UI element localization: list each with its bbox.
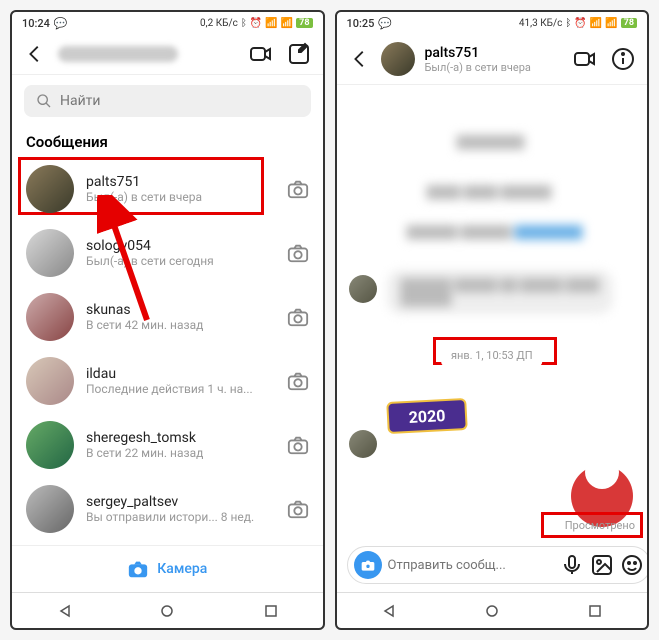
camera-icon[interactable] — [287, 178, 309, 200]
avatar — [26, 485, 74, 533]
avatar — [26, 293, 74, 341]
chat-bubble-icon: 💬 — [54, 17, 68, 30]
chat-status: В сети 42 мин. назад — [86, 318, 275, 332]
chat-row[interactable]: ildau Последние действия 1 ч. на... — [12, 349, 323, 413]
avatar — [26, 421, 74, 469]
chat-name: sheregesh_tomsk — [86, 430, 275, 446]
signal-icon: 📶 — [590, 18, 602, 29]
chat-thread-header: palts751 Был(-a) в сети вчера — [337, 34, 648, 85]
section-title-messages: Сообщения — [12, 127, 323, 157]
net-speed: 0,2 КБ/с — [200, 18, 238, 29]
compose-icon[interactable] — [287, 42, 311, 66]
status-time: 10:24 — [22, 17, 50, 30]
avatar[interactable] — [381, 42, 415, 76]
chat-status: Вы отправили истори... 8 нед. — [86, 510, 275, 524]
sticker-2020[interactable]: 2020 — [386, 398, 468, 434]
nav-back-icon[interactable] — [57, 604, 71, 618]
status-bar: 10:25 💬 41,3 КБ/с ᛒ ⏰ 📶 📶 78 — [337, 12, 648, 34]
seen-status: Просмотрено — [565, 519, 635, 532]
sticker-icon[interactable] — [620, 553, 644, 577]
camera-icon[interactable] — [287, 306, 309, 328]
status-time: 10:25 — [347, 17, 375, 30]
camera-fill-icon — [127, 558, 149, 580]
dm-header — [12, 34, 323, 75]
gallery-icon[interactable] — [590, 553, 614, 577]
camera-icon[interactable] — [287, 370, 309, 392]
chat-name: skunas — [86, 302, 275, 318]
avatar — [26, 357, 74, 405]
battery-badge: 78 — [296, 18, 312, 28]
avatar — [26, 229, 74, 277]
net-speed: 41,3 КБ/с — [519, 18, 562, 29]
video-call-icon[interactable] — [249, 42, 273, 66]
nav-home-icon[interactable] — [485, 604, 499, 618]
bluetooth-icon: ᛒ — [565, 18, 571, 29]
chat-status: Был(-a) в сети сегодня — [86, 254, 275, 268]
phone-right-chat-thread: 10:25 💬 41,3 КБ/с ᛒ ⏰ 📶 📶 78 palts751 Бы… — [335, 10, 650, 630]
wifi-icon: 📶 — [605, 18, 617, 29]
chat-status: Последние действия 1 ч. на... — [86, 382, 275, 396]
android-nav-bar — [12, 592, 323, 628]
thread-username[interactable]: palts751 — [425, 45, 531, 61]
sticker-text: 2020 — [408, 406, 446, 427]
nav-back-icon[interactable] — [381, 604, 395, 618]
chat-name: sologv054 — [86, 238, 275, 254]
blurred-message-bubble: ██████ █████ ██ █████ ██████████ — [387, 270, 614, 314]
signal-icon: 📶 — [265, 18, 277, 29]
compose-camera-button[interactable] — [354, 551, 382, 579]
nav-home-icon[interactable] — [160, 604, 174, 618]
camera-icon — [360, 557, 376, 573]
search-container — [12, 75, 323, 127]
account-name-blurred[interactable] — [58, 46, 178, 62]
alarm-icon: ⏰ — [574, 18, 586, 29]
camera-icon[interactable] — [287, 242, 309, 264]
nav-recent-icon[interactable] — [588, 604, 602, 618]
message-avatar — [349, 430, 377, 458]
battery-badge: 78 — [621, 18, 637, 28]
status-bar: 10:24 💬 0,2 КБ/с ᛒ ⏰ 📶 📶 78 — [12, 12, 323, 34]
chat-status: Был(-a) в сети вчера — [86, 190, 275, 204]
search-input[interactable] — [60, 93, 299, 109]
back-arrow-icon[interactable] — [349, 48, 371, 70]
avatar — [26, 165, 74, 213]
message-avatar — [349, 275, 377, 303]
search-icon — [36, 93, 52, 109]
back-arrow-icon[interactable] — [24, 43, 46, 65]
bluetooth-icon: ᛒ — [241, 18, 247, 29]
message-timestamp: янв. 1, 10:53 ДП — [441, 345, 543, 366]
android-nav-bar — [337, 592, 648, 628]
mic-icon[interactable] — [560, 553, 584, 577]
search-box[interactable] — [24, 85, 311, 117]
camera-label: Камера — [157, 561, 207, 577]
blurred-message: ████ ████ ██████ — [427, 185, 552, 199]
compose-field[interactable] — [347, 546, 650, 584]
chat-body[interactable]: ████████ ████ ████ ██████ ██████ ██████ … — [337, 85, 648, 538]
info-icon[interactable] — [611, 47, 635, 71]
alarm-icon: ⏰ — [250, 18, 262, 29]
nav-recent-icon[interactable] — [264, 604, 278, 618]
chat-row[interactable]: sheregesh_tomsk В сети 22 мин. назад — [12, 413, 323, 477]
wifi-icon: 📶 — [281, 18, 293, 29]
chat-row[interactable]: sergey_paltsev Вы отправили истори... 8 … — [12, 477, 323, 541]
chat-row-palts751[interactable]: palts751 Был(-a) в сети вчера — [12, 157, 323, 221]
camera-button[interactable]: Камера — [12, 545, 323, 592]
video-call-icon[interactable] — [573, 47, 597, 71]
message-input[interactable] — [388, 558, 554, 573]
camera-icon[interactable] — [287, 434, 309, 456]
chat-bubble-icon: 💬 — [378, 17, 392, 30]
phone-left-dm-list: 10:24 💬 0,2 КБ/с ᛒ ⏰ 📶 📶 78 Сообщения — [10, 10, 325, 630]
chat-name: palts751 — [86, 174, 275, 190]
chat-row[interactable]: sologv054 Был(-a) в сети сегодня — [12, 221, 323, 285]
chat-name: sergey_paltsev — [86, 494, 275, 510]
sticker-bunny[interactable] — [571, 465, 633, 527]
blurred-message: ██████ ██████ ████████ — [407, 225, 583, 239]
chat-list: palts751 Был(-a) в сети вчера sologv054 … — [12, 157, 323, 545]
chat-row[interactable]: skunas В сети 42 мин. назад — [12, 285, 323, 349]
thread-status: Был(-a) в сети вчера — [425, 61, 531, 74]
camera-icon[interactable] — [287, 498, 309, 520]
message-composer — [337, 538, 648, 592]
chat-status: В сети 22 мин. назад — [86, 446, 275, 460]
blurred-message: ████████ — [457, 135, 525, 149]
chat-name: ildau — [86, 366, 275, 382]
